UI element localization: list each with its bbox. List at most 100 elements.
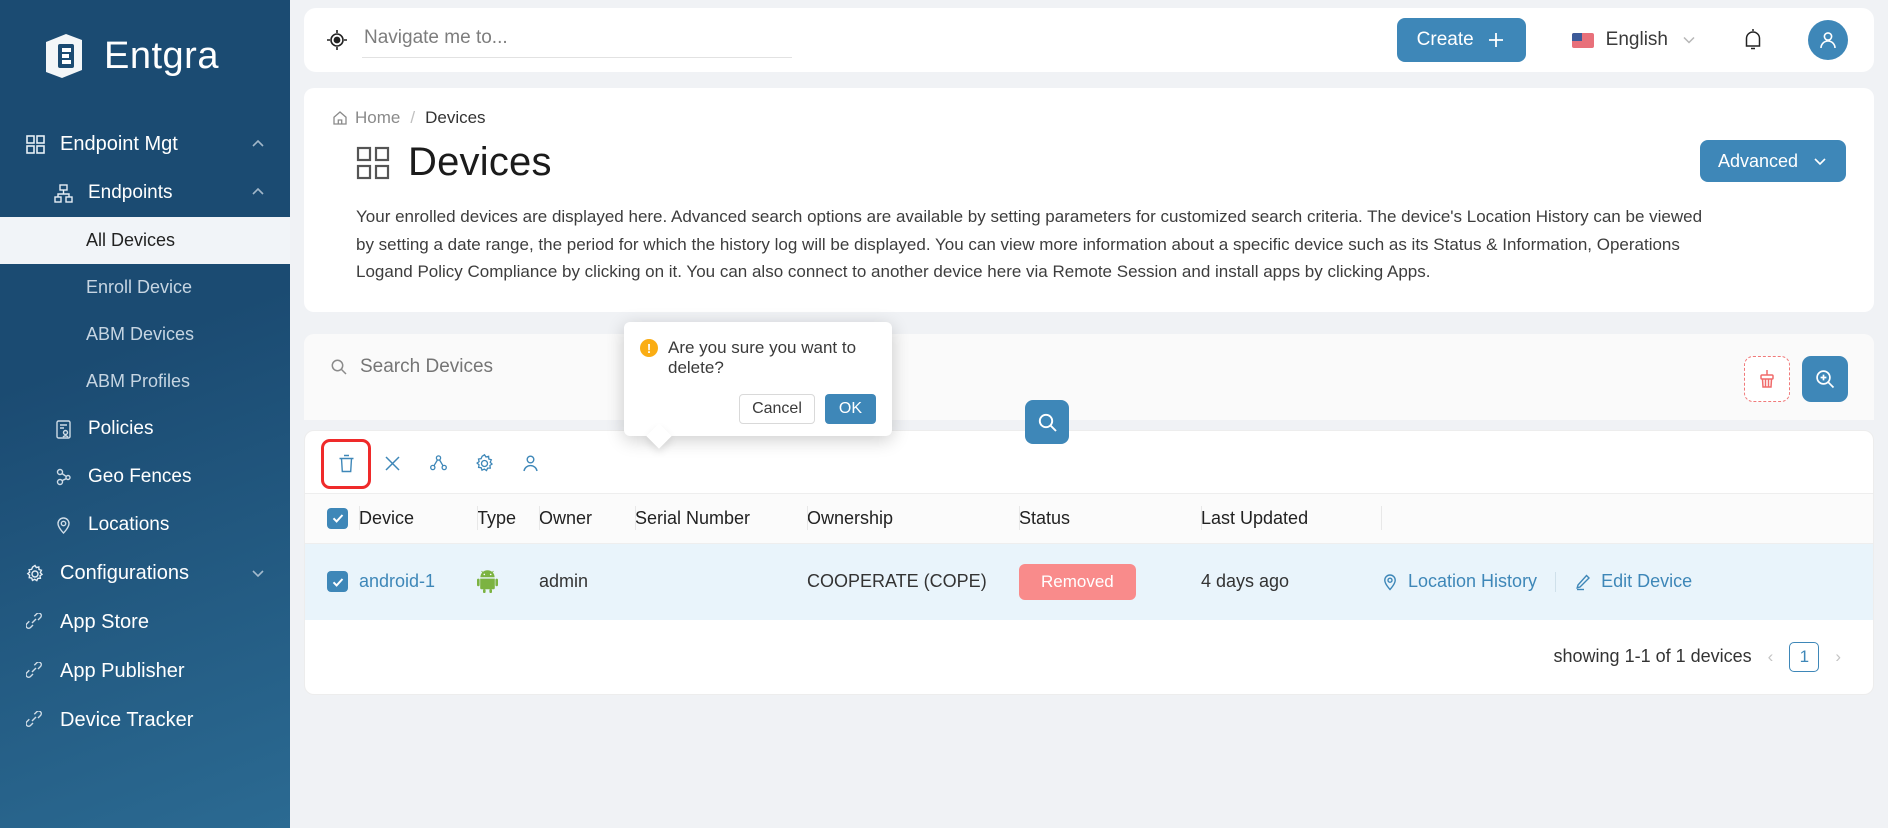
- edit-device-label: Edit Device: [1601, 571, 1693, 592]
- chevron-up-icon[interactable]: [250, 184, 268, 202]
- sidebar-item-endpoint-mgt[interactable]: Endpoint Mgt: [0, 120, 290, 169]
- column-header-device[interactable]: Device: [359, 492, 477, 544]
- edit-device-action[interactable]: Edit Device: [1574, 571, 1692, 592]
- location-history-action[interactable]: Location History: [1381, 571, 1537, 592]
- chevron-up-icon[interactable]: [250, 136, 268, 154]
- sidebar-item-abm-profiles[interactable]: ABM Profiles: [0, 358, 290, 405]
- location-history-label: Location History: [1408, 571, 1538, 592]
- delete-confirm-popover: ! Are you sure you want to delete? Cance…: [624, 322, 892, 449]
- page-title-text: Devices: [408, 140, 552, 184]
- user-avatar-icon[interactable]: [1808, 20, 1848, 60]
- delete-icon[interactable]: [321, 438, 371, 489]
- sidebar-item-label: Endpoint Mgt: [60, 133, 178, 155]
- column-header-status[interactable]: Status: [1019, 492, 1201, 544]
- sidebar-item-app-store[interactable]: App Store: [0, 598, 290, 647]
- action-divider: [1555, 571, 1557, 592]
- sidebar-item-enroll-device[interactable]: Enroll Device: [0, 264, 290, 311]
- sidebar-item-policies[interactable]: Policies: [0, 405, 290, 453]
- device-link[interactable]: android-1: [359, 571, 435, 591]
- popover-buttons: Cancel OK: [640, 394, 876, 424]
- sidebar-item-label: ABM Profiles: [86, 371, 191, 391]
- sidebar-item-device-tracker[interactable]: Device Tracker: [0, 696, 290, 745]
- advanced-button[interactable]: Advanced: [1699, 140, 1846, 182]
- select-all-checkbox[interactable]: [327, 507, 348, 529]
- brand-logo[interactable]: Entgra: [0, 0, 290, 112]
- clear-filters-button[interactable]: [1744, 355, 1790, 402]
- sidebar-item-label: ABM Devices: [86, 324, 195, 344]
- breadcrumb-current: Devices: [425, 108, 486, 127]
- zoom-in-button[interactable]: [1802, 355, 1848, 402]
- pencil-icon: [1574, 573, 1592, 591]
- link-icon: [24, 661, 46, 683]
- cell-type: [477, 543, 539, 620]
- entgra-logo-icon: [38, 30, 90, 82]
- row-checkbox[interactable]: [327, 571, 348, 593]
- chevron-down-icon: [1680, 31, 1698, 49]
- sidebar-item-all-devices[interactable]: All Devices: [0, 217, 290, 264]
- policy-icon: [52, 418, 74, 440]
- cell-actions: Location History Edit Device: [1381, 543, 1873, 620]
- sidebar-item-label: All Devices: [86, 230, 176, 250]
- select-all-header: [305, 492, 359, 544]
- cell-device: android-1: [359, 543, 477, 620]
- cell-last-updated: 4 days ago: [1201, 543, 1381, 620]
- pagination-summary: showing 1-1 of 1 devices: [1553, 646, 1752, 667]
- assign-user-icon[interactable]: [511, 445, 549, 483]
- search-icon: [1036, 411, 1059, 434]
- breadcrumb-home[interactable]: Home: [332, 108, 400, 128]
- android-icon: [477, 570, 539, 594]
- search-submit-button[interactable]: [1025, 400, 1069, 444]
- page-header-card: Home / Devices Devices Advanced Your enr…: [304, 88, 1874, 312]
- close-x-icon[interactable]: [373, 445, 411, 483]
- column-header-ownership[interactable]: Ownership: [807, 492, 1019, 544]
- devices-table: Device Type Owner Serial Number Ownershi…: [305, 492, 1873, 620]
- language-selector[interactable]: English: [1571, 29, 1698, 51]
- language-label: English: [1605, 29, 1668, 50]
- panel-actions: [1744, 355, 1848, 402]
- pagination: showing 1-1 of 1 devices ‹ 1 ›: [305, 620, 1873, 684]
- search-panel: [304, 333, 1874, 420]
- sidebar-item-abm-devices[interactable]: ABM Devices: [0, 311, 290, 358]
- location-pin-icon: [52, 514, 74, 536]
- status-badge: Removed: [1019, 563, 1136, 600]
- column-header-owner[interactable]: Owner: [539, 492, 635, 544]
- gear-icon[interactable]: [465, 445, 503, 483]
- cell-ownership: COOPERATE (COPE): [807, 543, 1019, 620]
- row-action-group: Location History Edit Device: [1381, 571, 1873, 592]
- column-header-type[interactable]: Type: [477, 492, 539, 544]
- navigate-search[interactable]: [326, 22, 846, 58]
- sidebar-nav: Endpoint Mgt Endpoints All Devices Enrol…: [0, 120, 290, 745]
- create-button[interactable]: Create: [1396, 18, 1526, 62]
- breadcrumb-home-label: Home: [355, 108, 401, 127]
- chevron-down-icon[interactable]: [250, 565, 268, 583]
- sidebar-item-label: Device Tracker: [60, 709, 194, 731]
- us-flag-icon: [1571, 32, 1594, 48]
- sidebar-item-geo-fences[interactable]: Geo Fences: [0, 453, 290, 501]
- column-header-actions: [1381, 492, 1873, 544]
- location-pin-icon: [1381, 573, 1399, 591]
- cancel-button[interactable]: Cancel: [739, 394, 815, 424]
- share-group-icon[interactable]: [419, 445, 457, 483]
- search-icon: [330, 358, 348, 376]
- advanced-button-label: Advanced: [1717, 150, 1798, 171]
- chevron-left-icon[interactable]: ‹: [1766, 647, 1776, 667]
- sidebar-item-configurations[interactable]: Configurations: [0, 549, 290, 598]
- page-title: Devices: [332, 140, 552, 185]
- table-header-row: Device Type Owner Serial Number Ownershi…: [305, 492, 1873, 544]
- navigate-search-input[interactable]: [362, 22, 792, 58]
- sidebar-item-locations[interactable]: Locations: [0, 501, 290, 549]
- page-number-1[interactable]: 1: [1789, 641, 1820, 672]
- sidebar-item-label: App Publisher: [60, 660, 185, 682]
- devices-table-card: Device Type Owner Serial Number Ownershi…: [304, 429, 1874, 695]
- column-header-serial-number[interactable]: Serial Number: [635, 492, 807, 544]
- link-icon: [24, 710, 46, 732]
- table-row[interactable]: android-1 admin COOPERATE (COPE) Removed…: [305, 543, 1873, 620]
- cell-status: Removed: [1019, 543, 1201, 620]
- ok-button[interactable]: OK: [824, 394, 876, 424]
- geofence-icon: [52, 466, 74, 488]
- bell-icon[interactable]: [1740, 26, 1766, 54]
- sidebar-item-app-publisher[interactable]: App Publisher: [0, 647, 290, 696]
- sidebar-item-endpoints[interactable]: Endpoints: [0, 169, 290, 217]
- chevron-right-icon[interactable]: ›: [1833, 647, 1843, 667]
- column-header-last-updated[interactable]: Last Updated: [1201, 492, 1381, 544]
